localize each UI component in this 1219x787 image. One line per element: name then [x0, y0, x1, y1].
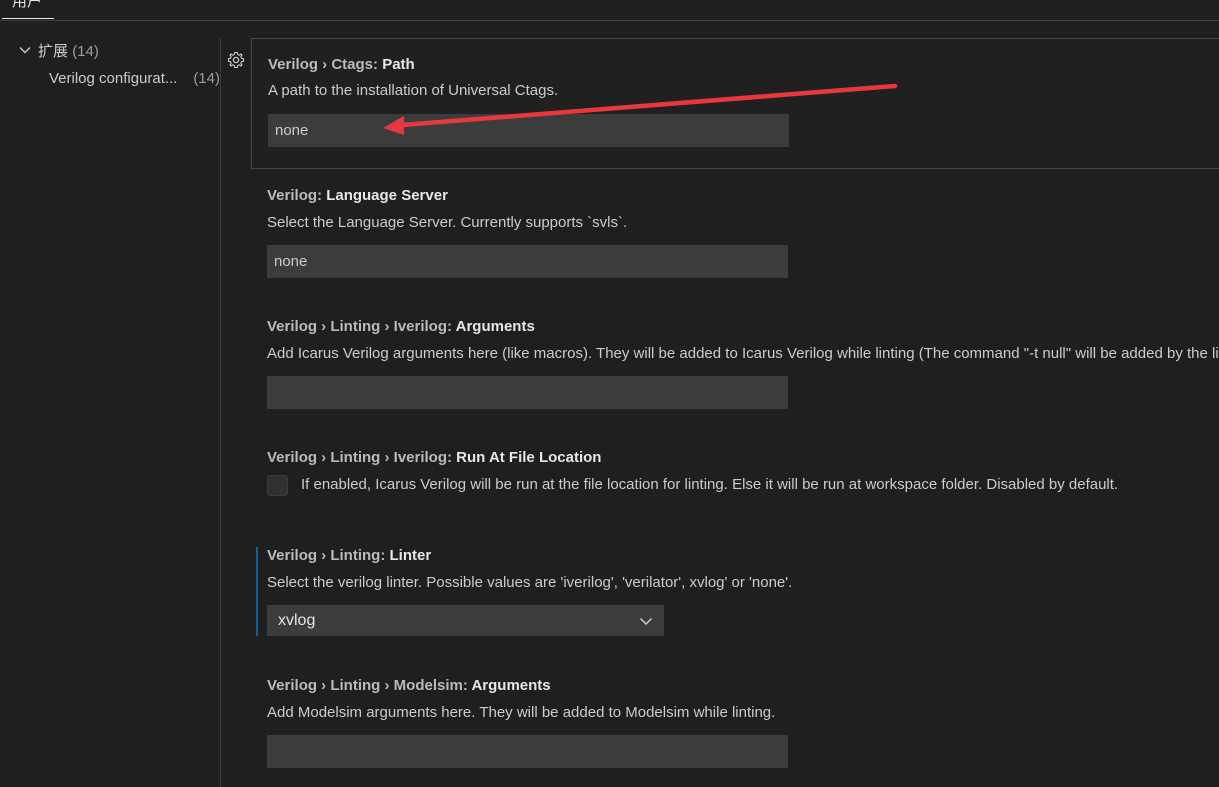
setting-category: Verilog:	[267, 187, 327, 204]
setting-category: Verilog › Ctags:	[268, 56, 383, 73]
gear-icon[interactable]	[227, 51, 245, 69]
linter-select[interactable]: xvlog	[267, 605, 664, 636]
settings-toc: 扩展 (14) Verilog configurat... (14)	[0, 21, 220, 787]
setting-key: Run At File Location	[456, 449, 602, 466]
setting-title: Verilog › Linting › Modelsim: Arguments	[267, 676, 551, 696]
setting-iverilog-arguments: Verilog › Linting › Iverilog: Arguments …	[251, 301, 1219, 431]
iverilog-arguments-input[interactable]	[267, 376, 788, 409]
setting-key: Language Server	[326, 187, 448, 204]
toc-verilog-label: Verilog configurat...	[49, 70, 178, 87]
setting-category: Verilog › Linting › Modelsim:	[267, 677, 472, 694]
setting-ctags-path: Verilog › Ctags: Path A path to the inst…	[251, 38, 1219, 169]
setting-description: If enabled, Icarus Verilog will be run a…	[301, 476, 1119, 493]
language-server-input[interactable]: none	[267, 245, 788, 278]
scope-tab-bar: 用户	[0, 0, 1219, 21]
setting-title: Verilog › Linting › Iverilog: Run At Fil…	[267, 448, 601, 468]
setting-key: Arguments	[471, 677, 551, 694]
setting-category: Verilog › Linting › Iverilog:	[267, 449, 457, 466]
setting-title: Verilog: Language Server	[267, 186, 448, 206]
run-at-file-location-checkbox[interactable]	[267, 475, 288, 496]
settings-editor: 用户 扩展 (14) Verilog configurat... (14) Ve…	[0, 0, 1219, 787]
setting-description: Add Icarus Verilog arguments here (like …	[267, 345, 1219, 362]
setting-description: Add Modelsim arguments here. They will b…	[267, 704, 776, 721]
ctags-path-input[interactable]: none	[268, 114, 789, 147]
setting-key: Arguments	[455, 318, 535, 335]
select-chevron-icon	[639, 617, 653, 626]
linter-selected-value: xvlog	[278, 612, 316, 629]
setting-linter: Verilog › Linting: Linter Select the ver…	[251, 531, 1219, 661]
toc-divider	[220, 38, 221, 787]
toc-item-extensions[interactable]: 扩展 (14)	[18, 42, 99, 62]
toc-extensions-count: (14)	[72, 43, 99, 60]
setting-key: Linter	[389, 547, 432, 564]
setting-title: Verilog › Ctags: Path	[268, 55, 415, 75]
chevron-down-icon	[19, 47, 31, 54]
setting-category: Verilog › Linting:	[267, 547, 390, 564]
setting-key: Path	[382, 56, 415, 73]
toc-extensions-label: 扩展	[38, 43, 69, 60]
scope-tab-user[interactable]: 用户	[2, 0, 54, 19]
setting-description: A path to the installation of Universal …	[268, 82, 559, 99]
setting-title: Verilog › Linting: Linter	[267, 546, 431, 566]
setting-description: Select the verilog linter. Possible valu…	[267, 574, 793, 591]
setting-description: Select the Language Server. Currently su…	[267, 214, 628, 231]
setting-category: Verilog › Linting › Iverilog:	[267, 318, 456, 335]
toc-verilog-count: (14)	[193, 70, 220, 87]
setting-modelsim-arguments: Verilog › Linting › Modelsim: Arguments …	[251, 661, 1219, 787]
setting-run-at-file-location: Verilog › Linting › Iverilog: Run At Fil…	[251, 433, 1219, 533]
toc-item-verilog[interactable]: Verilog configurat... (14)	[49, 69, 220, 89]
setting-language-server: Verilog: Language Server Select the Lang…	[251, 170, 1219, 300]
modelsim-arguments-input[interactable]	[267, 735, 788, 768]
setting-title: Verilog › Linting › Iverilog: Arguments	[267, 317, 535, 337]
